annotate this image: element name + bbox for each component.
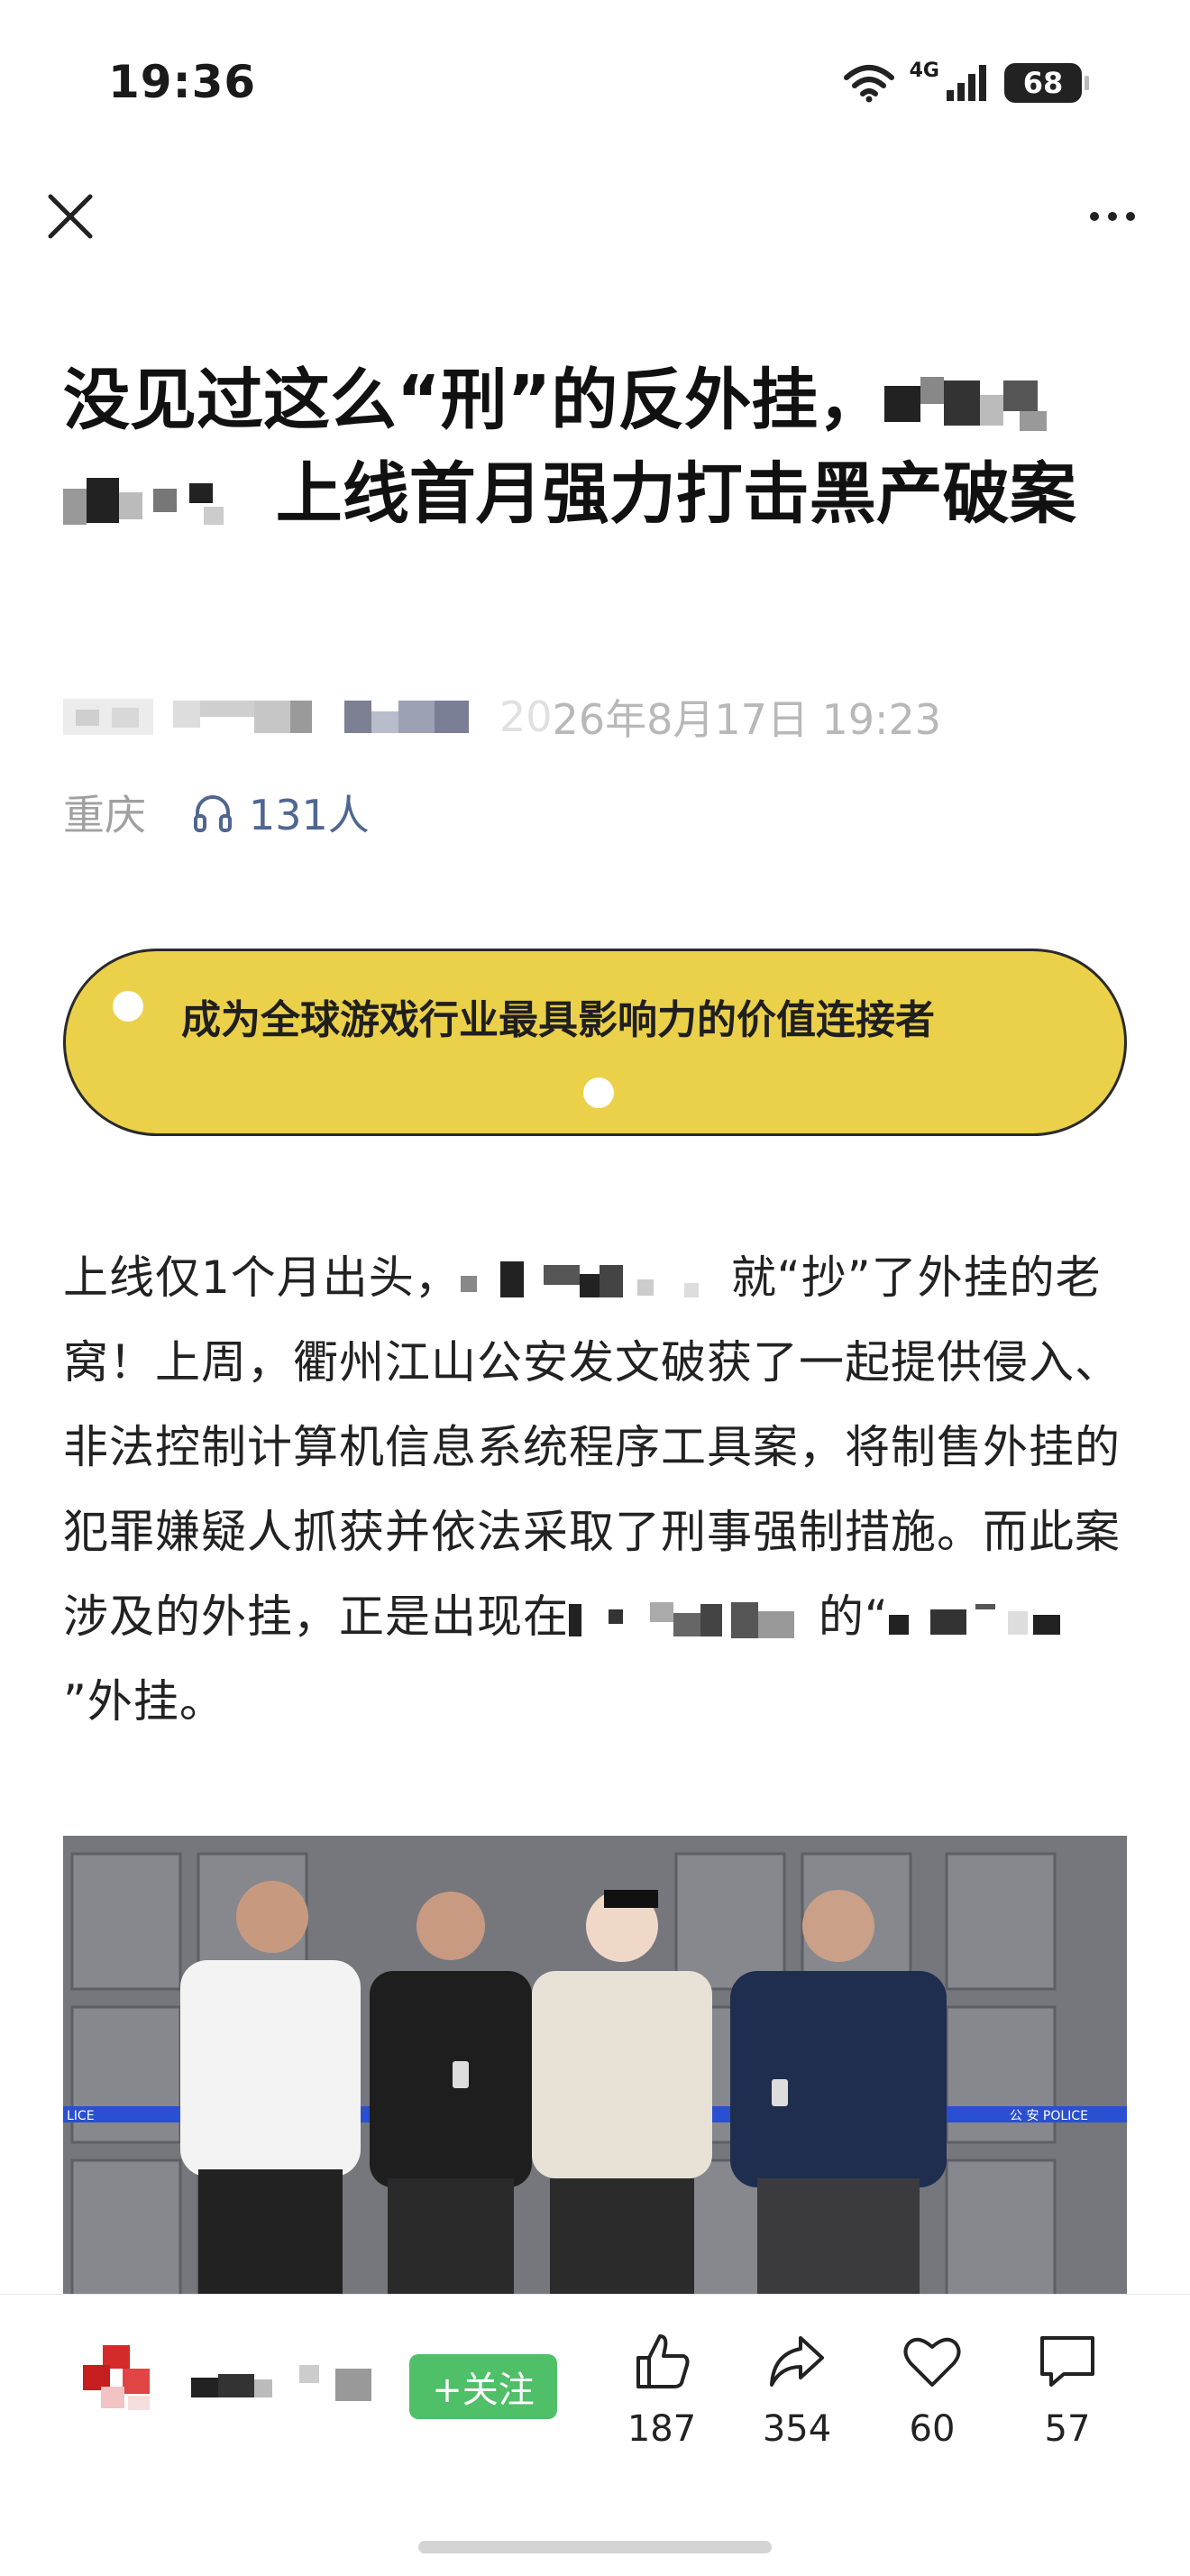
police-tape-text-left: LICE [67,2109,95,2123]
listen-count-value: 131人 [249,791,370,839]
thumbs-up-icon [636,2334,690,2388]
close-icon[interactable] [41,188,99,245]
comment-icon [1040,2336,1094,2387]
title-text-1: 没见过这么“刑”的反外挂， [63,362,885,439]
article-date-prefix: 20 [499,692,553,741]
status-icons: 4G 68 [843,59,1089,103]
share-button[interactable]: 354 [743,2331,851,2450]
comment-button[interactable]: 57 [1013,2331,1121,2450]
share-count: 354 [762,2408,832,2450]
network-type-label: 4G [909,59,939,82]
share-icon [770,2336,824,2387]
redacted-author-name-bottom[interactable] [191,2360,389,2406]
redacted-game-name-2 [63,478,224,526]
banner-dot [113,991,143,1022]
more-options-icon[interactable] [1076,188,1149,245]
battery-level: 68 [1022,66,1064,100]
listen-count[interactable]: 131人 [191,783,370,842]
headphones-icon [194,795,232,832]
paragraph-text-3: 的“ [818,1591,889,1643]
article-title: 没见过这么“刑”的反外挂， 上线首月强力打击黑产破案 [63,353,1127,541]
comment-count: 57 [1044,2408,1091,2450]
redacted-game-name-inline-3 [731,1601,794,1638]
battery-indicator: 68 [1004,63,1089,103]
favorite-button[interactable]: 60 [878,2331,986,2450]
article-meta-stats: 重庆 131人 [63,783,370,842]
article-paragraph: 上线仅1个月出头， 就“抄”了外挂的老窝！上周，衢州江山公安发文破获了一起提供侵… [63,1235,1136,1744]
police-tape-text-right: 公 安 POLICE [1010,2109,1088,2123]
banner-text: 成为全球游戏行业最具影响力的价值连接者 [181,997,935,1043]
redacted-game-name-inline-2 [569,1601,722,1636]
status-time: 19:36 [108,56,257,108]
like-button[interactable]: 187 [608,2331,716,2450]
home-indicator[interactable] [418,2541,772,2553]
wifi-icon [843,65,894,103]
article-photo[interactable]: LICE 公 安 POLICE [63,1836,1127,2294]
paragraph-text-2: 就“抄”了外挂的老窝！上周，衢州江山公安发文破获了一起提供侵入、非法控制计算机信… [63,1251,1121,1643]
author-avatar[interactable] [83,2345,155,2417]
redacted-game-name [884,377,1048,432]
article-location: 重庆 [63,791,146,839]
follow-button[interactable]: +关注 [409,2354,557,2419]
article-meta-source: 20 26年8月17日 19:23 [63,687,941,747]
paragraph-text-4: ”外挂。 [63,1675,225,1728]
arrest-photo-illustration: LICE 公 安 POLICE [63,1836,1127,2294]
paragraph-text-1: 上线仅1个月出头， [63,1251,461,1304]
title-text-2: 上线首月强力打击黑产破案 [275,455,1076,533]
redacted-source-label [63,699,153,735]
slogan-banner: 成为全球游戏行业最具影响力的价值连接者 [63,949,1127,1136]
signal-icon [947,65,986,101]
heart-icon [903,2337,961,2387]
favorite-count: 60 [909,2408,956,2450]
banner-dot [583,1077,614,1108]
redacted-cheat-name [888,1603,1060,1635]
like-count: 187 [627,2408,697,2450]
redacted-author-name[interactable] [173,695,480,738]
bottom-action-bar: +关注 187 354 60 57 [0,2294,1190,2576]
article-date: 26年8月17日 19:23 [552,695,942,744]
redacted-game-name-inline [460,1260,699,1297]
